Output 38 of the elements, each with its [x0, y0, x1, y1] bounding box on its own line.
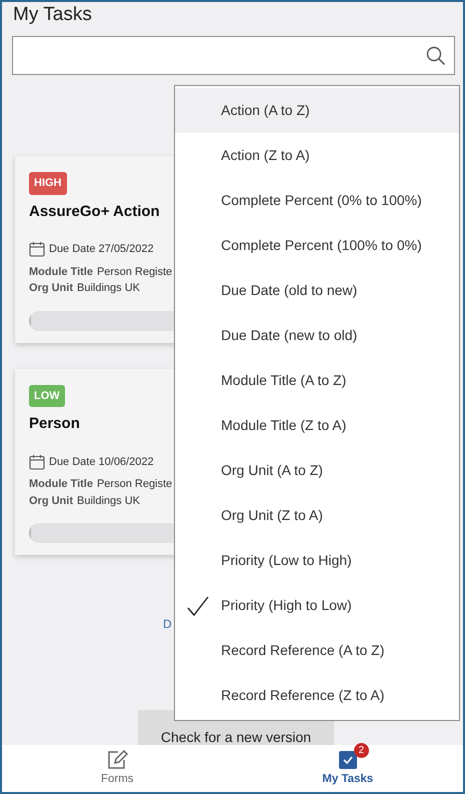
menu-item[interactable]: Org Unit (A to Z) [175, 448, 459, 493]
field-label: Org Unit [29, 281, 73, 296]
page-title: My Tasks [12, 3, 93, 27]
field-value: Person Registe [96, 264, 172, 280]
priority-badge: LOW [29, 384, 65, 407]
clipboard-check-icon [338, 748, 357, 769]
task-title: AssureGo+ Action [29, 202, 160, 222]
edit-icon [106, 748, 128, 771]
menu-item[interactable]: Action (A to Z) [175, 88, 459, 133]
menu-item[interactable]: Module Title (Z to A) [175, 403, 459, 448]
menu-item[interactable]: Priority (Low to High) [175, 538, 459, 583]
menu-item[interactable]: Priority (High to Low) [175, 583, 459, 628]
field-label: Org Unit [29, 494, 73, 508]
calendar-icon [29, 454, 45, 470]
notification-badge: 2 [354, 742, 369, 758]
menu-item[interactable]: Action (Z to A) [175, 133, 459, 178]
due-date-text: Due Date 27/05/2022 [49, 242, 154, 257]
field-value: Buildings UK [77, 494, 140, 508]
menu-item[interactable]: Org Unit (Z to A) [175, 493, 459, 538]
search-field[interactable] [12, 36, 455, 75]
menu-item[interactable]: Module Title (A to Z) [175, 358, 459, 403]
menu-item[interactable]: Complete Percent (100% to 0%) [175, 223, 459, 268]
field-label: Module Title [29, 477, 93, 492]
priority-badge: HIGH [29, 172, 66, 194]
calendar-icon [29, 241, 45, 258]
menu-item[interactable]: Due Date (new to old) [175, 313, 459, 358]
search-icon [426, 46, 446, 66]
nav-tab[interactable]: 2 My Tasks [232, 745, 463, 792]
menu-item[interactable]: Complete Percent (0% to 100%) [175, 178, 459, 223]
nav-tab[interactable]: Forms [2, 745, 232, 792]
due-date-text: Due Date 10/06/2022 [49, 454, 154, 470]
field-label: Module Title [29, 264, 93, 280]
field-value: Buildings UK [77, 281, 140, 296]
menu-item[interactable]: Record Reference (A to Z) [175, 628, 459, 673]
link-text[interactable]: D [163, 615, 172, 633]
field-value: Person Registe [96, 477, 172, 492]
task-title: Person [29, 414, 80, 434]
menu-item[interactable]: Due Date (old to new) [175, 268, 459, 313]
